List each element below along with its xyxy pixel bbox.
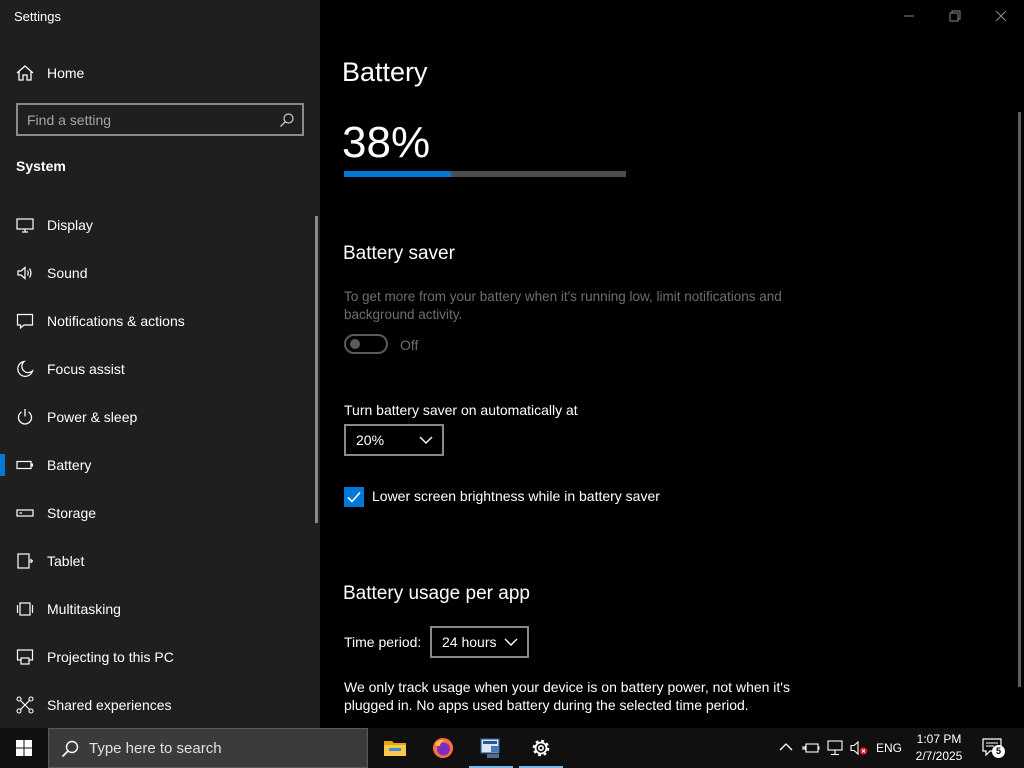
- minimize-button[interactable]: [886, 0, 932, 32]
- file-explorer-icon: [384, 741, 406, 756]
- display-icon: [16, 218, 34, 233]
- dropdown-value: 20%: [356, 432, 385, 448]
- tray-volume-muted-icon[interactable]: [850, 740, 868, 756]
- taskbar-terminal-app[interactable]: [467, 728, 515, 768]
- start-button[interactable]: [0, 728, 48, 768]
- sidebar-item-multitasking[interactable]: Multitasking: [0, 585, 316, 633]
- sidebar-item-storage[interactable]: Storage: [0, 489, 316, 537]
- sidebar-item-label: Battery: [47, 457, 92, 473]
- minimize-icon: [904, 15, 914, 17]
- storage-icon: [16, 509, 34, 517]
- sidebar-item-sound[interactable]: Sound: [0, 249, 316, 297]
- clock-time: 1:07 PM: [916, 732, 962, 746]
- lower-brightness-label: Lower screen brightness while in battery…: [372, 488, 660, 504]
- battery-icon: [16, 460, 33, 470]
- battery-saver-description: To get more from your battery when it's …: [344, 289, 782, 322]
- taskbar-firefox[interactable]: [419, 728, 467, 768]
- taskbar-file-explorer[interactable]: [371, 728, 419, 768]
- sidebar-item-label: Display: [47, 217, 93, 233]
- taskbar-search-box[interactable]: Type here to search: [48, 728, 368, 768]
- usage-note: We only track usage when your device is …: [344, 679, 790, 713]
- app-title: Settings: [14, 9, 61, 24]
- multitasking-icon: [16, 602, 34, 616]
- tablet-icon: [17, 553, 34, 569]
- show-hidden-icons-chevron-icon[interactable]: [779, 742, 793, 752]
- time-period-dropdown[interactable]: 24 hours: [430, 626, 529, 658]
- battery-saver-heading: Battery saver: [343, 243, 455, 264]
- terminal-app-icon: [480, 738, 500, 758]
- moon-icon: [17, 360, 34, 377]
- home-label: Home: [47, 65, 85, 81]
- section-title: System: [16, 158, 66, 174]
- settings-gear-icon: [532, 739, 550, 757]
- sidebar-item-notifications[interactable]: Notifications & actions: [0, 297, 316, 345]
- find-setting-input[interactable]: [27, 110, 277, 130]
- dropdown-value: 24 hours: [442, 634, 497, 650]
- search-icon: [61, 740, 79, 758]
- sidebar-item-label: Shared experiences: [47, 697, 172, 713]
- home-icon: [16, 65, 34, 81]
- page-title: Battery: [342, 57, 428, 87]
- battery-usage-heading: Battery usage per app: [343, 583, 530, 604]
- battery-level-fill: [344, 171, 452, 177]
- taskbar-search-placeholder: Type here to search: [89, 740, 222, 757]
- sidebar-item-battery[interactable]: Battery: [0, 441, 316, 489]
- language-indicator[interactable]: ENG: [876, 741, 902, 755]
- shared-icon: [16, 696, 34, 714]
- sidebar-item-shared-experiences[interactable]: Shared experiences: [0, 681, 316, 729]
- sidebar-item-label: Storage: [47, 505, 97, 521]
- search-icon[interactable]: [279, 112, 295, 128]
- taskbar-clock[interactable]: 1:07 PM 2/7/2025: [906, 731, 972, 765]
- time-period-label: Time period:: [344, 634, 422, 650]
- sidebar-scrollbar[interactable]: [315, 216, 318, 523]
- sidebar-item-label: Power & sleep: [47, 409, 138, 425]
- sidebar-item-label: Multitasking: [47, 601, 121, 617]
- close-icon: [995, 10, 1007, 22]
- sidebar: Settings Home System Display: [0, 0, 320, 728]
- sidebar-nav: Display Sound Notifications & actions Fo…: [0, 201, 316, 729]
- taskbar-settings[interactable]: [517, 728, 565, 768]
- tray-network-icon[interactable]: [826, 740, 844, 756]
- taskbar: Type here to search ENG 1:07 PM 2/7/2025…: [0, 728, 1024, 768]
- chevron-down-icon: [504, 638, 518, 646]
- tray-battery-plug-icon[interactable]: [802, 740, 820, 756]
- battery-saver-toggle[interactable]: [344, 334, 388, 354]
- sound-icon: [17, 266, 32, 280]
- sidebar-item-tablet[interactable]: Tablet: [0, 537, 316, 585]
- close-button[interactable]: [978, 0, 1024, 32]
- windows-logo-icon: [16, 740, 32, 756]
- sidebar-item-focus-assist[interactable]: Focus assist: [0, 345, 316, 393]
- battery-level-bar: [344, 171, 626, 177]
- home-nav-item[interactable]: Home: [0, 58, 320, 88]
- main-content: Battery 38% Battery saver To get more fr…: [320, 0, 1024, 728]
- toggle-state-label: Off: [400, 337, 419, 353]
- notification-count-badge: 5: [992, 745, 1005, 758]
- content-scrollbar[interactable]: [1018, 112, 1021, 687]
- action-center-button[interactable]: 5: [982, 738, 1005, 758]
- projecting-icon: [16, 649, 34, 665]
- power-icon: [17, 409, 33, 425]
- sidebar-item-label: Notifications & actions: [47, 313, 185, 329]
- firefox-icon: [433, 738, 453, 758]
- toggle-knob: [350, 339, 360, 349]
- sidebar-item-label: Sound: [47, 265, 88, 281]
- sidebar-item-label: Tablet: [47, 553, 85, 569]
- sidebar-item-display[interactable]: Display: [0, 201, 316, 249]
- restore-icon: [949, 10, 961, 22]
- sidebar-item-projecting[interactable]: Projecting to this PC: [0, 633, 316, 681]
- sidebar-item-label: Projecting to this PC: [47, 649, 174, 665]
- restore-button[interactable]: [932, 0, 978, 32]
- battery-percent: 38%: [342, 118, 431, 167]
- auto-saver-label: Turn battery saver on automatically at: [344, 402, 578, 418]
- find-setting-search[interactable]: [16, 103, 304, 136]
- lower-brightness-checkbox[interactable]: [344, 487, 364, 507]
- clock-date: 2/7/2025: [915, 749, 963, 763]
- auto-saver-threshold-dropdown[interactable]: 20%: [344, 424, 444, 456]
- sidebar-item-power-sleep[interactable]: Power & sleep: [0, 393, 316, 441]
- sidebar-item-label: Focus assist: [47, 361, 125, 377]
- chevron-down-icon: [419, 436, 433, 444]
- notifications-icon: [16, 313, 34, 330]
- checkmark-icon: [347, 491, 361, 503]
